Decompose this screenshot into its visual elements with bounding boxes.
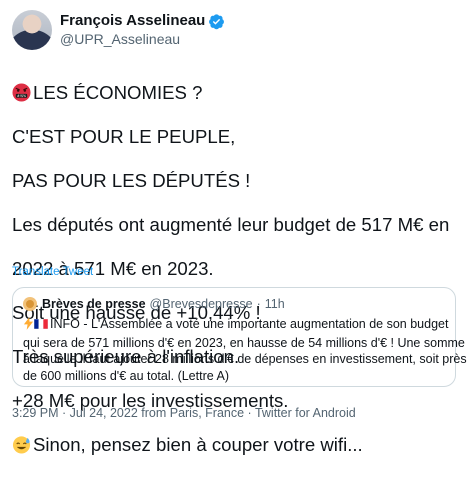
cookie-avatar-icon[interactable] bbox=[23, 297, 37, 311]
tweet-line-text: LES ÉCONOMIES ? bbox=[33, 82, 203, 103]
author-handle[interactable]: @UPR_Asselineau bbox=[60, 30, 225, 48]
tweet-line: PAS POUR LES DÉPUTÉS ! bbox=[12, 170, 251, 191]
verified-badge-icon bbox=[208, 13, 225, 30]
meta-separator: · bbox=[244, 406, 255, 420]
tweet-meta: 3:29 PM · Jul 24, 2022 from Paris, Franc… bbox=[12, 406, 356, 420]
quote-time[interactable]: 11h bbox=[265, 296, 285, 312]
quote-line: à laquelle il faut ajouter 28 millions d… bbox=[23, 352, 467, 366]
tweet-line: Sinon, pensez bien à couper votre wifi..… bbox=[12, 434, 462, 456]
translate-tweet-link[interactable]: Translate Tweet bbox=[12, 266, 93, 278]
tweet-header: François Asselineau @UPR_Asselineau bbox=[12, 10, 225, 50]
quote-separator: · bbox=[256, 297, 261, 311]
tweet-line: C'EST POUR LE PEUPLE, bbox=[12, 126, 236, 147]
tweet-line: Les députés ont augmenté leur budget de … bbox=[12, 214, 450, 235]
author-name-row: François Asselineau bbox=[60, 12, 225, 30]
quote-body: INFO - L'Assemblée a voté une importante… bbox=[23, 316, 467, 384]
meta-separator: · bbox=[58, 406, 70, 420]
france-flag-icon bbox=[33, 317, 49, 330]
angry-face-with-symbols-icon: #!$% bbox=[12, 83, 31, 102]
author-names: François Asselineau @UPR_Asselineau bbox=[60, 12, 225, 48]
quote-line-text: INFO - L'Assemblée a voté une importante… bbox=[50, 317, 449, 331]
lightning-icon bbox=[23, 317, 34, 335]
quote-line: qui sera de 571 millions d'€ en 2023, en… bbox=[23, 335, 465, 350]
quote-handle[interactable]: @Brevesdepresse bbox=[150, 296, 253, 312]
svg-text:#!$%: #!$% bbox=[17, 94, 26, 98]
sweat-smile-face-icon bbox=[12, 435, 31, 454]
tweet-card: François Asselineau @UPR_Asselineau #!$%… bbox=[0, 0, 471, 455]
tweet-line: #!$% LES ÉCONOMIES ? bbox=[12, 82, 462, 104]
tweet-line-text: Sinon, pensez bien à couper votre wifi..… bbox=[33, 434, 363, 455]
quote-display-name[interactable]: Brèves de presse bbox=[42, 296, 146, 312]
quote-line: INFO - L'Assemblée a voté une importante… bbox=[23, 316, 449, 335]
quoted-tweet[interactable]: Brèves de presse @Brevesdepresse · 11h I… bbox=[12, 287, 467, 387]
tweet-time[interactable]: 3:29 PM bbox=[12, 406, 59, 420]
author-display-name[interactable]: François Asselineau bbox=[60, 12, 205, 30]
tweet-date-location[interactable]: Jul 24, 2022 from Paris, France bbox=[70, 406, 244, 420]
quote-line: de 600 millions d'€ au total. (Lettre A) bbox=[23, 368, 229, 383]
author-avatar[interactable] bbox=[12, 10, 52, 50]
tweet-source[interactable]: Twitter for Android bbox=[255, 406, 356, 420]
quote-header: Brèves de presse @Brevesdepresse · 11h bbox=[23, 296, 445, 312]
